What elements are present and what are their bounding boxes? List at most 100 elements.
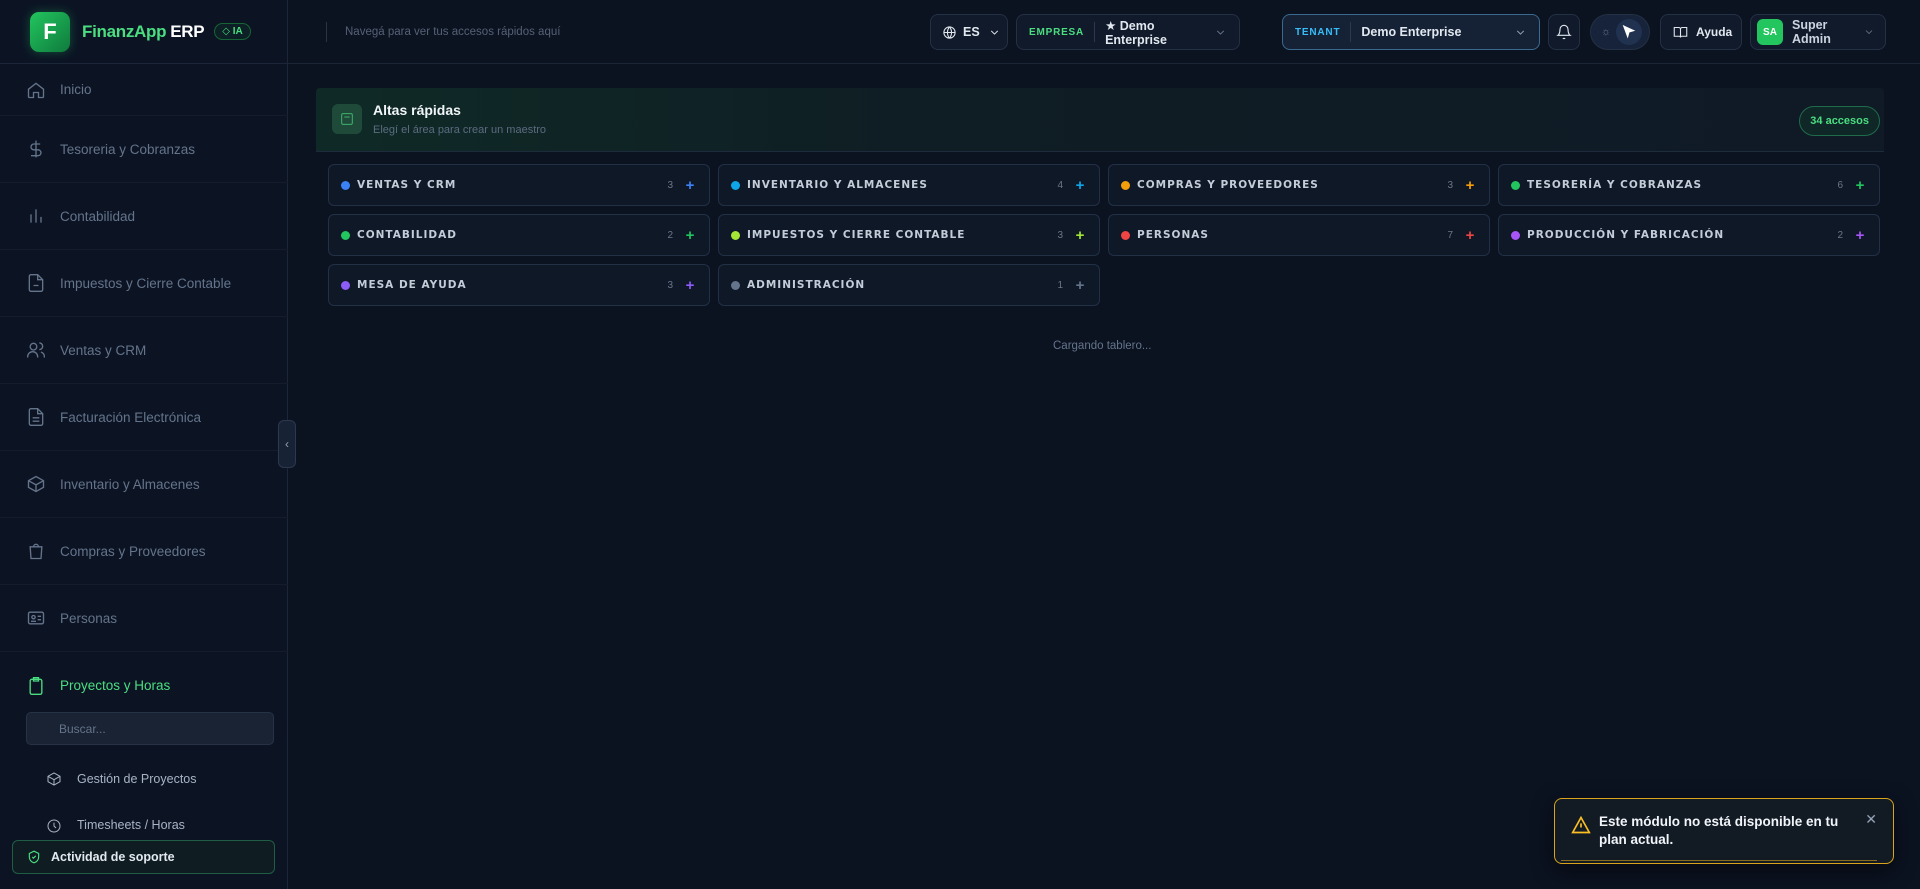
tenant-selector[interactable]: TENANT Demo Enterprise [1282, 14, 1540, 50]
sidebar-search-input[interactable]: Buscar... [26, 712, 274, 745]
area-dot [1121, 180, 1130, 190]
id-card-icon [24, 606, 48, 630]
home-icon [24, 78, 48, 102]
app-logo[interactable]: F [30, 11, 70, 52]
app-suffix: ERP [170, 21, 205, 41]
area-card-administracion[interactable]: ADMINISTRACIÓN 1 + [718, 264, 1100, 306]
help-button[interactable]: Ayuda [1660, 14, 1742, 50]
toast-progress-bar [1561, 860, 1877, 861]
plus-icon[interactable]: + [1073, 177, 1087, 194]
area-card-impuestos[interactable]: IMPUESTOS Y CIERRE CONTABLE 3 + [718, 214, 1100, 256]
area-card-compras[interactable]: COMPRAS Y PROVEEDORES 3 + [1108, 164, 1490, 206]
area-count: 1 [1057, 279, 1063, 291]
plus-icon[interactable]: + [1463, 227, 1477, 244]
area-count: 3 [667, 179, 673, 191]
area-label: VENTAS Y CRM [357, 179, 457, 191]
shield-check-icon [28, 850, 40, 864]
sidebar-item-inicio[interactable]: Inicio [0, 64, 288, 116]
close-icon[interactable]: ✕ [1865, 811, 1877, 828]
empresa-value: ★ Demo Enterprise [1105, 18, 1167, 47]
sidebar-subitem-timesheets[interactable]: Timesheets / Horas [46, 818, 185, 833]
plus-icon[interactable]: + [1073, 227, 1087, 244]
area-card-produccion[interactable]: PRODUCCIÓN Y FABRICACIÓN 2 + [1498, 214, 1880, 256]
sidebar-subitem-gestion-proyectos[interactable]: Gestión de Proyectos [46, 771, 197, 787]
plus-icon[interactable]: + [1853, 177, 1867, 194]
empresa-selector[interactable]: EMPRESA ★ Demo Enterprise [1016, 14, 1240, 50]
sidebar-item-tesoreria[interactable]: Tesoreria y Cobranzas [0, 116, 288, 183]
document-icon [24, 271, 48, 295]
area-count: 3 [1447, 179, 1453, 191]
area-label: CONTABILIDAD [357, 229, 457, 241]
area-count: 3 [1057, 229, 1063, 241]
plus-icon[interactable]: + [683, 177, 697, 194]
altas-rapidas-header: Altas rápidas Elegí el área para crear u… [316, 88, 1884, 152]
sidebar-item-label: Facturación Electrónica [60, 409, 202, 425]
file-text-icon [24, 405, 48, 429]
area-card-mesa-ayuda[interactable]: MESA DE AYUDA 3 + [328, 264, 710, 306]
area-card-inventario[interactable]: INVENTARIO Y ALMACENES 4 + [718, 164, 1100, 206]
area-label: MESA DE AYUDA [357, 279, 467, 291]
tenant-value: Demo Enterprise [1361, 25, 1462, 39]
sidebar-item-facturacion[interactable]: Facturación Electrónica [0, 384, 288, 451]
sidebar-item-label: Inicio [60, 82, 92, 97]
area-dot [341, 180, 350, 190]
chevron-down-icon [1516, 30, 1525, 35]
plus-icon[interactable]: + [1073, 277, 1087, 294]
area-card-tesoreria[interactable]: TESORERÍA Y COBRANZAS 6 + [1498, 164, 1880, 206]
area-label: IMPUESTOS Y CIERRE CONTABLE [747, 229, 966, 241]
sidebar-item-personas[interactable]: Personas [0, 585, 288, 652]
sidebar-item-label: Inventario y Almacenes [60, 476, 200, 492]
plan-unavailable-toast: Este módulo no está disponible en tu pla… [1554, 798, 1894, 864]
area-card-ventas[interactable]: VENTAS Y CRM 3 + [328, 164, 710, 206]
cursor-icon [1616, 19, 1643, 45]
sidebar-item-inventario[interactable]: Inventario y Almacenes [0, 451, 288, 518]
app-name-text: FinanzApp [82, 21, 167, 41]
divider [1094, 22, 1096, 42]
dollar-icon [24, 137, 48, 161]
plus-icon[interactable]: + [1853, 227, 1867, 244]
sidebar-item-label: Tesoreria y Cobranzas [60, 141, 196, 157]
area-dot [341, 230, 350, 240]
sidebar-subitem-label: Timesheets / Horas [77, 818, 185, 832]
sidebar-item-label: Proyectos y Horas [60, 678, 171, 693]
main-content: Altas rápidas Elegí el área para crear u… [288, 64, 1920, 889]
sidebar-item-compras[interactable]: Compras y Proveedores [0, 518, 288, 585]
toast-message: Este módulo no está disponible en tu pla… [1599, 814, 1839, 847]
area-count: 2 [1837, 229, 1843, 241]
sidebar-item-proyectos[interactable]: Proyectos y Horas [0, 652, 288, 719]
sidebar-subitem-label: Gestión de Proyectos [77, 772, 197, 786]
plus-icon[interactable]: + [683, 227, 697, 244]
area-count: 6 [1837, 179, 1843, 191]
area-label: PRODUCCIÓN Y FABRICACIÓN [1527, 229, 1725, 241]
sidebar-item-impuestos[interactable]: Impuestos y Cierre Contable [0, 250, 288, 317]
sidebar-item-ventas[interactable]: Ventas y CRM [0, 317, 288, 384]
area-card-personas[interactable]: PERSONAS 7 + [1108, 214, 1490, 256]
notifications-button[interactable] [1548, 14, 1580, 50]
sidebar-item-label: Compras y Proveedores [60, 543, 206, 559]
support-activity-button[interactable]: Actividad de soporte [12, 840, 275, 874]
plus-icon[interactable]: + [683, 277, 697, 294]
sidebar: F FinanzApp ERP ◇ IA Inicio Tesoreria y C… [0, 0, 288, 889]
area-label: ADMINISTRACIÓN [747, 279, 866, 291]
chevron-down-icon [1216, 30, 1225, 35]
ia-badge-label: IA [232, 26, 243, 37]
area-count: 3 [667, 279, 673, 291]
brand: F FinanzApp ERP ◇ IA [0, 0, 287, 64]
user-menu[interactable]: SA Super Admin [1750, 14, 1886, 50]
plus-icon[interactable]: + [1463, 177, 1477, 194]
ia-badge[interactable]: ◇ IA [214, 23, 251, 40]
area-card-contabilidad[interactable]: CONTABILIDAD 2 + [328, 214, 710, 256]
language-selector[interactable]: ES [930, 14, 1008, 50]
bar-chart-icon [24, 204, 48, 228]
theme-toggle[interactable]: ☼ [1590, 14, 1650, 50]
user-name: Super Admin [1792, 18, 1831, 46]
tenant-label: TENANT [1295, 26, 1341, 38]
clock-icon [47, 819, 61, 833]
sidebar-item-contabilidad[interactable]: Contabilidad [0, 183, 288, 250]
language-value: ES [963, 25, 980, 39]
card-icon [332, 104, 362, 134]
avatar: SA [1757, 19, 1783, 45]
area-dot [731, 180, 740, 190]
support-activity-label: Actividad de soporte [51, 850, 175, 864]
topbar: Navegá para ver tus accesos rápidos aquí… [288, 0, 1920, 64]
